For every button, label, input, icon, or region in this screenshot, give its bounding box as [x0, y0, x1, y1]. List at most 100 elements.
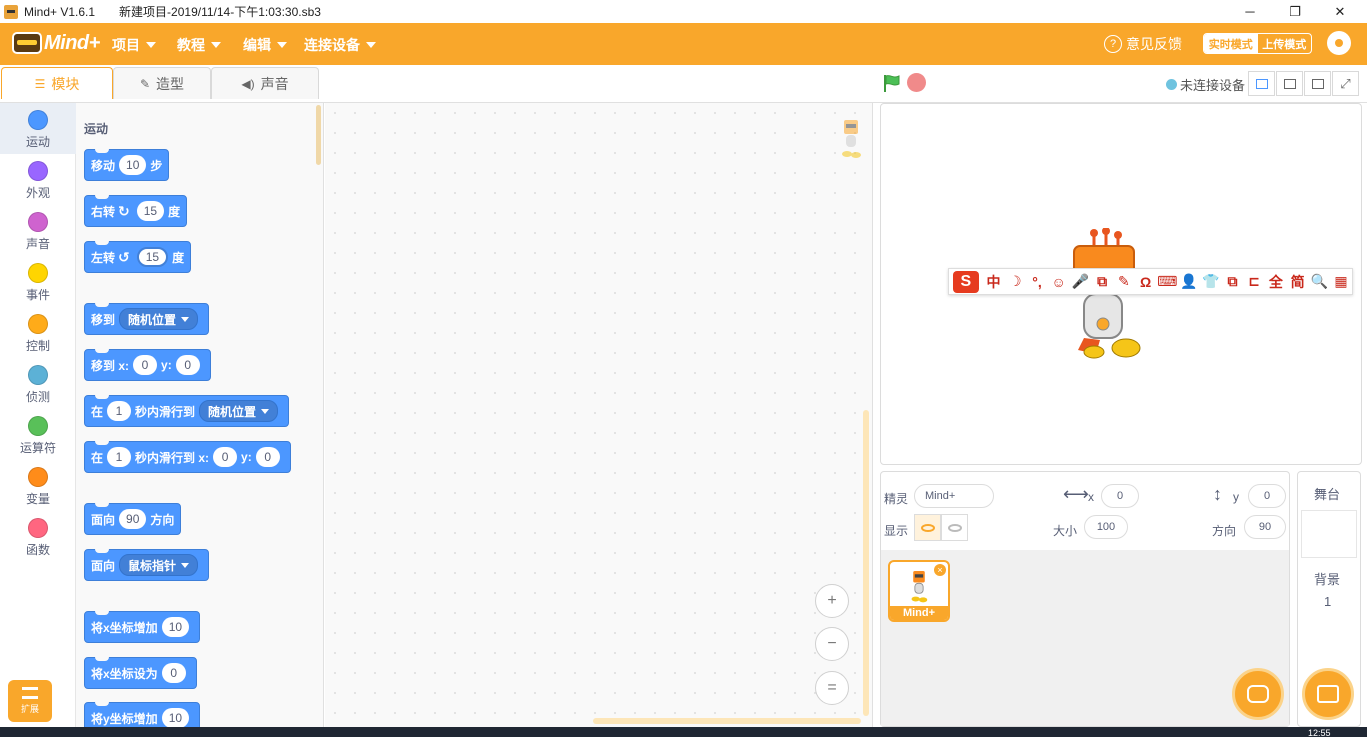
x-set-input[interactable]: 0	[161, 663, 186, 683]
tab-label: 声音	[260, 75, 289, 92]
block-set-x[interactable]: 将x坐标设为 0	[84, 657, 197, 689]
stop-icon[interactable]	[907, 73, 926, 92]
ime-punct-icon[interactable]: °,	[1026, 274, 1048, 290]
y-input[interactable]: 0	[175, 355, 200, 375]
palette-scrollbar[interactable]	[316, 105, 321, 165]
extension-button[interactable]: 扩展	[8, 680, 52, 722]
block-goto[interactable]: 移到 随机位置	[84, 303, 210, 335]
ime-keyboard-icon[interactable]: ⌨	[1156, 273, 1178, 290]
restore-button[interactable]: ❐	[1273, 0, 1317, 23]
large-stage-button[interactable]	[1276, 71, 1303, 96]
menu-project[interactable]: 项目	[112, 35, 156, 55]
block-glide[interactable]: 在 1 秒内滑行到 随机位置	[84, 395, 290, 427]
direction-input[interactable]: 90	[1244, 515, 1286, 539]
steps-input[interactable]: 10	[119, 155, 147, 175]
goto-target-dropdown[interactable]: 随机位置	[119, 308, 199, 330]
menu-tutorial[interactable]: 教程	[177, 35, 221, 55]
fullscreen-button[interactable]: ⤢	[1332, 71, 1359, 96]
category-functions[interactable]: 函数	[0, 511, 76, 562]
zoom-reset-button[interactable]: =	[815, 671, 849, 705]
block-change-x[interactable]: 将x坐标增加 10	[84, 611, 201, 643]
category-looks[interactable]: 外观	[0, 154, 76, 205]
tab-sounds[interactable]: ◀) 声音	[211, 67, 319, 99]
ime-search-icon[interactable]: 🔍	[1308, 273, 1330, 290]
block-goto-xy[interactable]: 移到 x: 0 y: 0	[84, 349, 211, 381]
category-sound[interactable]: 声音	[0, 205, 76, 256]
close-window-button[interactable]: ✕	[1318, 0, 1362, 23]
ime-chinese-icon[interactable]: 中	[983, 272, 1005, 292]
y-input[interactable]: 0	[1248, 484, 1286, 508]
stage-thumbnail[interactable]	[1301, 510, 1357, 558]
minimize-button[interactable]: ─	[1228, 0, 1272, 23]
add-backdrop-button[interactable]	[1302, 668, 1354, 720]
seconds-input[interactable]: 1	[107, 447, 132, 467]
x-input[interactable]: 0	[213, 447, 238, 467]
ime-emoji-icon[interactable]: ☺	[1048, 274, 1070, 290]
x-input[interactable]: 0	[1101, 484, 1139, 508]
gear-icon[interactable]	[1327, 31, 1351, 55]
ime-omega-icon[interactable]: Ω	[1135, 274, 1157, 290]
menu-connect-device[interactable]: 连接设备	[304, 35, 376, 55]
show-sprite-button[interactable]	[914, 514, 941, 541]
seconds-input[interactable]: 1	[107, 401, 132, 421]
upload-mode-button[interactable]: 上传模式	[1258, 34, 1312, 53]
ime-mic-icon[interactable]: 🎤	[1070, 273, 1092, 290]
green-flag-icon[interactable]	[882, 73, 902, 93]
sogou-logo-icon[interactable]: S	[953, 270, 979, 293]
degrees-input[interactable]: 15	[136, 201, 165, 221]
mindplus-logo: Mind+	[12, 29, 100, 57]
ime-grid-icon[interactable]: ▦	[1330, 273, 1352, 290]
workspace-horizontal-scrollbar[interactable]	[593, 718, 861, 724]
realtime-mode-button[interactable]: 实时模式	[1204, 34, 1258, 53]
glide-target-dropdown[interactable]: 随机位置	[199, 400, 279, 422]
y-change-input[interactable]: 10	[161, 708, 190, 728]
direction-input[interactable]: 90	[119, 509, 147, 529]
category-variables[interactable]: 变量	[0, 460, 76, 511]
category-operators[interactable]: 运算符	[0, 409, 76, 460]
block-turn-right[interactable]: 右转 ↻ 15 度	[84, 195, 188, 227]
tab-label: 造型	[156, 75, 185, 92]
block-point-direction[interactable]: 面向 90 方向	[84, 503, 182, 535]
delete-sprite-icon[interactable]: ×	[934, 564, 946, 576]
ime-simplified-icon[interactable]: 简	[1287, 272, 1309, 292]
degrees-input[interactable]: 15	[136, 247, 169, 267]
hide-sprite-button[interactable]	[941, 514, 968, 541]
category-events[interactable]: 事件	[0, 256, 76, 307]
zoom-out-button[interactable]: −	[815, 627, 849, 661]
small-stage-button[interactable]	[1248, 71, 1275, 96]
feedback-button[interactable]: ? 意见反馈	[1104, 34, 1182, 54]
script-workspace[interactable]	[325, 103, 873, 727]
zoom-in-button[interactable]: +	[815, 584, 849, 618]
rotate-counterclockwise-icon: ↺	[118, 248, 130, 265]
ime-crop-icon[interactable]: ⊏	[1243, 273, 1265, 290]
category-sensing[interactable]: 侦测	[0, 358, 76, 409]
y-input[interactable]: 0	[255, 447, 280, 467]
sprite-name-input[interactable]: Mind+	[914, 484, 994, 508]
ime-moon-icon[interactable]: ☽	[1004, 273, 1026, 290]
ime-fullwidth-icon[interactable]: 全	[1265, 272, 1287, 292]
ime-skin-icon[interactable]: 👕	[1200, 273, 1222, 290]
category-control[interactable]: 控制	[0, 307, 76, 358]
block-point-towards[interactable]: 面向 鼠标指针	[84, 549, 210, 581]
towards-target-dropdown[interactable]: 鼠标指针	[119, 554, 199, 576]
workspace-vertical-scrollbar[interactable]	[863, 410, 869, 716]
size-input[interactable]: 100	[1084, 515, 1128, 539]
block-glide-xy[interactable]: 在 1 秒内滑行到 x: 0 y: 0	[84, 441, 291, 473]
block-turn-left[interactable]: 左转 ↺ 15 度	[84, 241, 192, 273]
ime-tools-icon[interactable]: ⧉	[1222, 273, 1244, 290]
mindplus-robot-sprite[interactable]	[1070, 228, 1142, 364]
ime-pen-icon[interactable]: ✎	[1113, 273, 1135, 290]
add-sprite-button[interactable]	[1232, 668, 1284, 720]
block-text: 将x坐标设为	[91, 666, 158, 681]
ime-copy-icon[interactable]: ⧉	[1091, 273, 1113, 290]
x-input[interactable]: 0	[133, 355, 158, 375]
stage-only-button[interactable]	[1304, 71, 1331, 96]
sprite-tile[interactable]: × Mind+	[888, 560, 950, 622]
x-change-input[interactable]: 10	[161, 617, 190, 637]
tab-blocks[interactable]: ☰ 模块	[1, 67, 113, 99]
ime-user-icon[interactable]: 👤	[1178, 273, 1200, 290]
block-move-steps[interactable]: 移动 10 步	[84, 149, 170, 181]
category-motion[interactable]: 运动	[0, 103, 76, 154]
tab-costumes[interactable]: ✎ 造型	[113, 67, 211, 99]
menu-edit[interactable]: 编辑	[243, 35, 287, 55]
